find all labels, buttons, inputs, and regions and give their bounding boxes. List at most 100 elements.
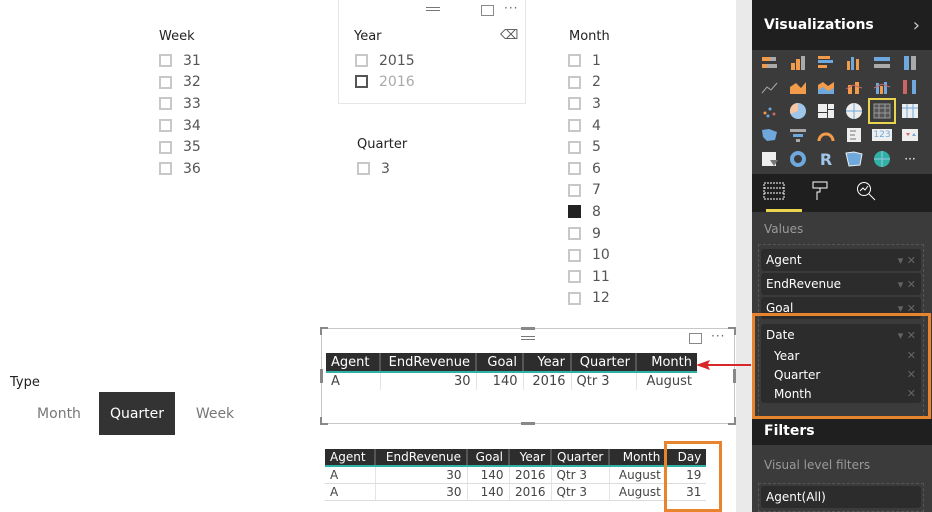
- week-item[interactable]: 36: [159, 158, 201, 180]
- kpi-icon[interactable]: [898, 124, 922, 146]
- donut-chart-icon[interactable]: [786, 148, 810, 170]
- month-item[interactable]: 2: [568, 72, 610, 94]
- checkbox[interactable]: [159, 54, 172, 68]
- checkbox[interactable]: [568, 227, 581, 241]
- focus-mode-icon[interactable]: [689, 333, 702, 344]
- month-item-selected[interactable]: 8: [568, 201, 610, 223]
- week-item[interactable]: 32: [159, 72, 201, 94]
- resize-handle[interactable]: [521, 422, 535, 425]
- dropdown-caret-icon[interactable]: ▾: [898, 278, 904, 291]
- month-item[interactable]: 10: [568, 244, 610, 266]
- year-item[interactable]: 2016: [355, 71, 415, 92]
- column-header[interactable]: Year: [508, 449, 551, 467]
- column-header[interactable]: Goal: [475, 353, 523, 373]
- type-option-week[interactable]: Week: [176, 392, 254, 435]
- fields-tab-icon[interactable]: [762, 182, 786, 205]
- checkbox[interactable]: [568, 183, 581, 197]
- filter-agent[interactable]: Agent(All): [761, 486, 921, 508]
- month-item[interactable]: 6: [568, 158, 610, 180]
- more-options-icon[interactable]: ···: [711, 329, 725, 343]
- line-chart-icon[interactable]: [758, 76, 782, 98]
- 100-stacked-bar-chart-icon[interactable]: [870, 52, 894, 74]
- line-and-clustered-column-icon[interactable]: [870, 76, 894, 98]
- month-item[interactable]: 9: [568, 223, 610, 245]
- checkbox[interactable]: [568, 270, 581, 284]
- pie-chart-icon[interactable]: [786, 100, 810, 122]
- checkbox[interactable]: [568, 75, 581, 89]
- resize-handle[interactable]: [521, 327, 535, 330]
- week-item[interactable]: 35: [159, 136, 201, 158]
- checkbox[interactable]: [568, 54, 581, 68]
- checkbox[interactable]: [159, 97, 172, 111]
- month-item[interactable]: 7: [568, 180, 610, 202]
- checkbox[interactable]: [355, 54, 368, 67]
- column-header[interactable]: EndRevenue: [379, 353, 476, 373]
- checkbox[interactable]: [159, 75, 172, 89]
- field-agent[interactable]: Agent ▾ ✕: [761, 249, 921, 271]
- resize-handle[interactable]: [320, 369, 323, 383]
- month-item[interactable]: 3: [568, 93, 610, 115]
- checkbox-checked[interactable]: [568, 205, 581, 219]
- month-item[interactable]: 12: [568, 288, 610, 310]
- format-paint-roller-icon[interactable]: [808, 181, 832, 206]
- column-header[interactable]: Month: [635, 353, 697, 373]
- dropdown-caret-icon[interactable]: ▾: [898, 254, 904, 267]
- field-endrevenue[interactable]: EndRevenue ▾ ✕: [761, 273, 921, 295]
- r-script-visual-icon[interactable]: R: [814, 148, 838, 170]
- type-option-month[interactable]: Month: [20, 392, 98, 435]
- more-options-icon[interactable]: ···: [504, 1, 518, 15]
- treemap-icon[interactable]: [814, 100, 838, 122]
- checkbox[interactable]: [357, 162, 370, 176]
- filled-map-icon[interactable]: [758, 124, 782, 146]
- field-actions[interactable]: ▾ ✕: [898, 254, 916, 267]
- column-header[interactable]: Year: [522, 353, 571, 373]
- checkbox[interactable]: [159, 119, 172, 133]
- column-header[interactable]: Agent: [325, 449, 375, 467]
- stacked-area-chart-icon[interactable]: [814, 76, 838, 98]
- column-header[interactable]: Quarter: [570, 353, 636, 373]
- globe-icon[interactable]: [870, 148, 894, 170]
- clustered-bar-chart-icon[interactable]: [814, 52, 838, 74]
- multi-row-card-icon[interactable]: [842, 124, 866, 146]
- stacked-column-chart-icon[interactable]: [786, 52, 810, 74]
- year-item[interactable]: 2015: [355, 50, 415, 71]
- column-header[interactable]: EndRevenue: [374, 449, 467, 467]
- card-icon[interactable]: 123: [870, 124, 894, 146]
- table-visual-icon[interactable]: [868, 98, 896, 124]
- drag-handle-icon[interactable]: [521, 336, 535, 340]
- collapse-chevron-icon[interactable]: ›: [913, 15, 920, 36]
- week-item[interactable]: 34: [159, 115, 201, 137]
- month-item[interactable]: 4: [568, 115, 610, 137]
- slicer-icon[interactable]: [758, 148, 782, 170]
- eraser-icon[interactable]: ⌫: [500, 28, 518, 43]
- column-header[interactable]: Quarter: [549, 449, 610, 467]
- analytics-magnifier-icon[interactable]: [854, 181, 878, 206]
- checkbox[interactable]: [568, 291, 581, 305]
- focus-mode-icon[interactable]: [481, 5, 494, 16]
- remove-x-icon[interactable]: ✕: [907, 278, 916, 291]
- checkbox[interactable]: [568, 140, 581, 154]
- week-item[interactable]: 33: [159, 93, 201, 115]
- resize-handle[interactable]: [728, 327, 736, 335]
- type-option-quarter[interactable]: Quarter: [99, 392, 175, 435]
- quarter-item[interactable]: 3: [357, 158, 390, 180]
- field-actions[interactable]: ▾ ✕: [898, 278, 916, 291]
- funnel-icon[interactable]: [786, 124, 810, 146]
- week-item[interactable]: 31: [159, 50, 201, 72]
- ribbon-chart-icon[interactable]: [898, 76, 922, 98]
- resize-handle[interactable]: [728, 417, 736, 425]
- column-header[interactable]: Goal: [466, 449, 509, 467]
- area-chart-icon[interactable]: [786, 76, 810, 98]
- shape-map-icon[interactable]: [842, 148, 866, 170]
- line-and-stacked-column-icon[interactable]: [842, 76, 866, 98]
- month-item[interactable]: 5: [568, 136, 610, 158]
- checkbox[interactable]: [568, 97, 581, 111]
- remove-x-icon[interactable]: ✕: [907, 254, 916, 267]
- resize-handle[interactable]: [320, 417, 328, 425]
- matrix-icon[interactable]: [898, 100, 922, 122]
- more-visuals-icon[interactable]: ···: [898, 148, 922, 170]
- resize-handle[interactable]: [320, 327, 328, 335]
- drag-handle-icon[interactable]: [426, 7, 440, 11]
- column-header[interactable]: Agent: [326, 353, 380, 373]
- checkbox[interactable]: [159, 140, 172, 154]
